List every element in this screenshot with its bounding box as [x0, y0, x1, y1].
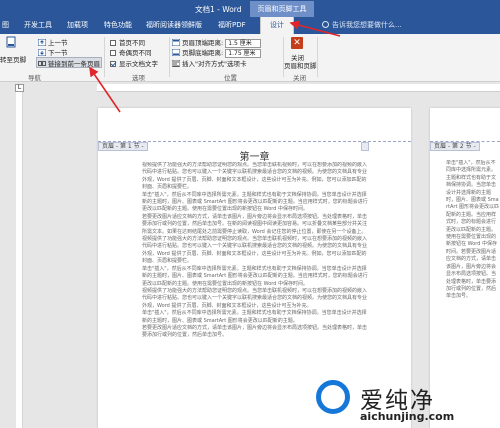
close-label-line2: 页眉和页脚	[284, 62, 317, 70]
header-footer-tools-label: 页眉和页脚工具	[250, 1, 314, 17]
tell-me-search[interactable]: 告诉我您想要做什么...	[322, 20, 402, 30]
tab-foxit-reader[interactable]: 福昕阅读器领鲜版	[146, 20, 202, 30]
footer-position-icon	[172, 49, 180, 56]
tell-me-text: 告诉我您想要做什么...	[332, 21, 402, 29]
ribbon: 转至页脚 上一节 下一节 链接到前一条页眉 导航 首页不同 奇偶页不同 显示文档…	[0, 34, 500, 82]
paragraph: 单击"插入"，然后从不同库中选择所需元素。主题和样式也有助于文档保持协调。当您单…	[142, 265, 368, 287]
window-title: 文档1 - Word	[195, 5, 242, 14]
close-header-footer-button[interactable]: ✕	[291, 37, 303, 49]
different-first-page-checkbox[interactable]: 首页不同	[110, 37, 145, 47]
close-group-label: 关闭	[293, 74, 306, 82]
tab-addins[interactable]: 加载项	[67, 20, 88, 30]
watermark-logo-icon	[316, 380, 350, 414]
paragraph: 视频提供了功能强大的方法帮助您证明您的观点。当您单击联机视频时，可以在想要添加的…	[142, 287, 368, 309]
group-divider	[283, 37, 284, 77]
paragraph: 若要更改图片适应文档的方式，请单击该图片，图片旁边将会显示布局选项按钮。当处理表…	[142, 213, 368, 235]
previous-section-button[interactable]: 上一节	[38, 37, 68, 47]
tab-selector[interactable]: L	[15, 84, 24, 92]
goto-footer-label: 转至页脚	[0, 56, 26, 64]
link-icon	[38, 61, 46, 66]
tab-featured[interactable]: 特色功能	[104, 20, 132, 30]
footer-bottom-distance: 页脚底端距离: 1.75 厘米	[172, 47, 262, 58]
tab-picture[interactable]: 图	[2, 20, 9, 30]
site-watermark: 爱纯净 aichunjing.com	[316, 378, 500, 428]
horizontal-ruler[interactable]	[97, 84, 500, 92]
watermark-url: aichunjing.com	[360, 410, 455, 423]
link-to-previous-button[interactable]: 链接到前一条页眉	[38, 58, 100, 68]
previous-section-icon	[38, 39, 46, 46]
header-top-distance: 页眉顶端距离: 1.5 厘米	[172, 37, 262, 48]
tab-foxit-pdf[interactable]: 福昕PDF	[218, 20, 246, 30]
insert-alignment-tab-button[interactable]: 插入"对齐方式"选项卡	[172, 58, 246, 68]
paragraph: 视频提供了功能强大的方法帮助您证明您的观点。当您单击联机视频时，可以在想要添加的…	[142, 236, 368, 265]
navigation-group-label: 导航	[28, 74, 41, 82]
tab-design[interactable]: 设计	[260, 17, 294, 34]
group-divider	[317, 37, 318, 77]
paragraph: 单击"插入"，然后从不同库中选择所需元素。主题和样式也有助于文档保持协调。当您单…	[446, 160, 500, 300]
lightbulb-icon	[322, 21, 329, 28]
next-section-button[interactable]: 下一节	[38, 47, 68, 57]
checkbox-box	[110, 40, 116, 46]
paragraph: 单击"插入"，然后从不同库中选择所需元素。主题和样式也有助于文档保持协调。当您单…	[142, 310, 367, 324]
show-document-text-checkbox[interactable]: 显示文档文字	[110, 58, 158, 68]
next-section-icon	[38, 49, 46, 56]
odd-even-different-checkbox[interactable]: 奇偶页不同	[110, 47, 152, 57]
checkbox-checked	[110, 61, 116, 67]
title-bar: 文档1 - Word 页眉和页脚工具	[0, 0, 500, 17]
page-footer-icon	[6, 36, 16, 48]
close-icon: ✕	[293, 38, 301, 48]
footer-bottom-spinner[interactable]: 1.75 厘米	[225, 48, 262, 58]
ribbon-tab-bar: 图 开发工具 加载项 特色功能 福昕阅读器领鲜版 福昕PDF 设计 告诉我您想要…	[0, 17, 500, 34]
vertical-ruler[interactable]	[16, 92, 23, 428]
header-position-icon	[172, 39, 180, 46]
paragraph: 单击"插入"，然后从不同库中选择所需元素。主题和样式也有助于文档保持协调。当您单…	[142, 191, 368, 213]
group-divider	[104, 37, 105, 77]
alignment-tab-icon	[172, 60, 180, 67]
paragraph: 视频提供了功能强大的方法帮助您证明您的观点。当您单击联机视频时，可以在想要添加的…	[142, 162, 368, 191]
position-group-label: 位置	[224, 74, 237, 82]
checkbox-box	[110, 50, 116, 56]
chapter-heading[interactable]: 第一章	[98, 148, 411, 163]
paragraph: 若要更改图片适应文档的方式，请单击该图片，图片旁边将会显示布局选项按钮。当处理表…	[142, 324, 368, 339]
group-divider	[169, 37, 170, 77]
tab-developer[interactable]: 开发工具	[24, 20, 52, 30]
header-section-tag: 页眉 - 第 2 节 -	[430, 142, 480, 151]
options-group-label: 选项	[132, 74, 145, 82]
